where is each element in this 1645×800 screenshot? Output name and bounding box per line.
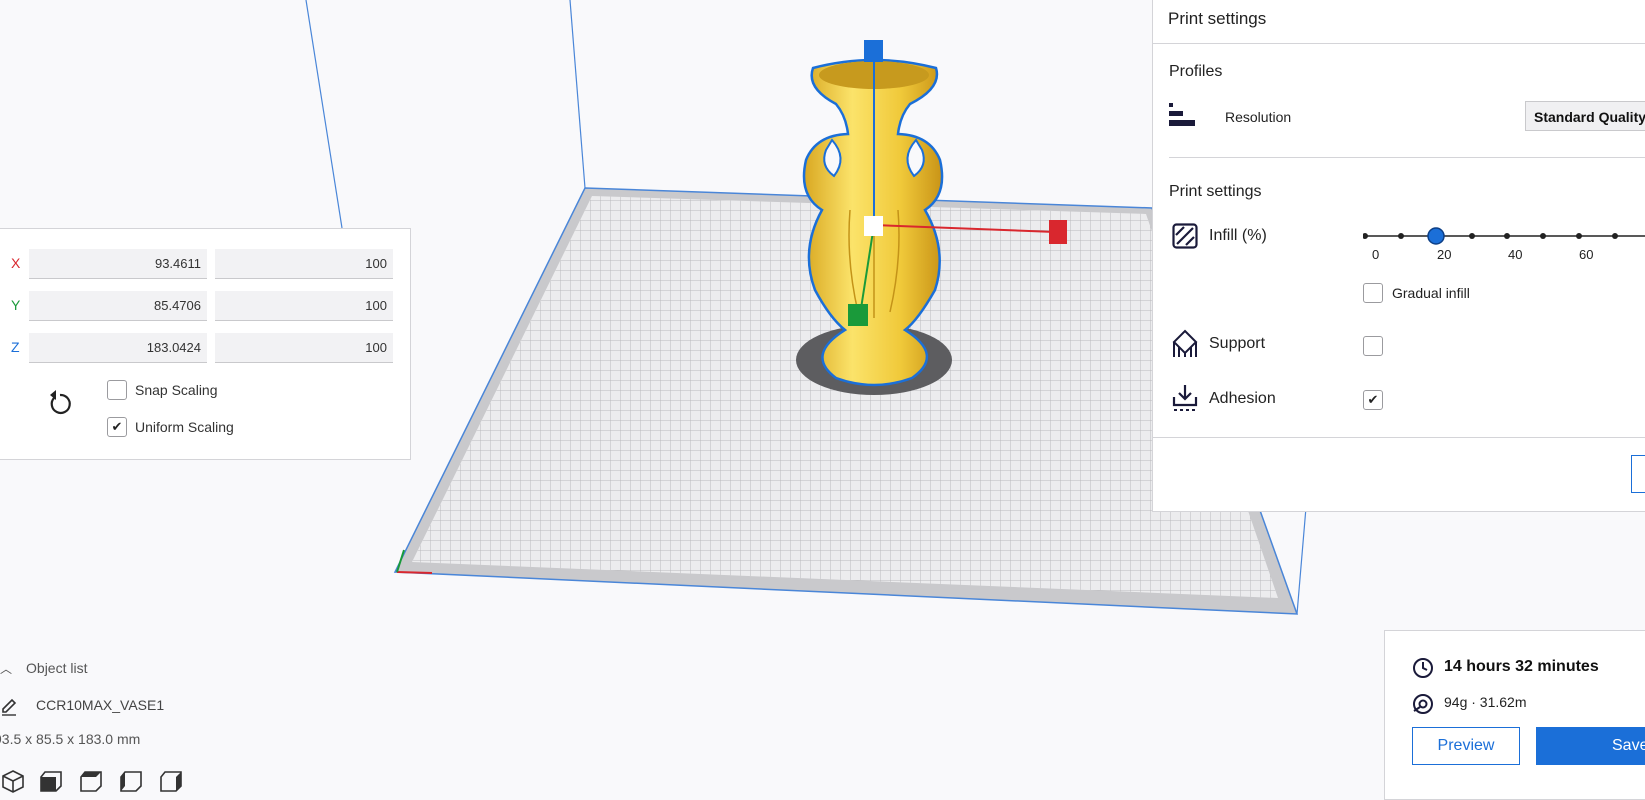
scale-tool-panel: X 93.4611 100 Y 85.4706 100 Z 183.0424 1… bbox=[0, 228, 411, 460]
left-view-icon[interactable] bbox=[118, 768, 144, 794]
z-percent-input[interactable]: 100 bbox=[215, 333, 393, 363]
infill-icon bbox=[1172, 223, 1198, 249]
x-axis-label: X bbox=[11, 255, 21, 271]
snap-scaling-checkbox[interactable] bbox=[107, 380, 127, 400]
x-axis-row: X 93.4611 100 bbox=[0, 245, 412, 281]
y-axis-label: Y bbox=[11, 297, 21, 313]
uniform-scaling-label: Uniform Scaling bbox=[135, 419, 234, 435]
front-view-icon[interactable] bbox=[38, 768, 64, 794]
gradual-infill-checkbox[interactable] bbox=[1363, 283, 1383, 303]
infill-slider-handle[interactable] bbox=[1427, 227, 1445, 245]
x-size-input[interactable]: 93.4611 bbox=[29, 249, 207, 279]
infill-tick-0: 0 bbox=[1372, 247, 1380, 262]
infill-tick-20: 20 bbox=[1437, 247, 1452, 262]
object-list-label: Object list bbox=[26, 660, 88, 676]
center-scale-handle[interactable] bbox=[864, 216, 883, 236]
y-scale-handle[interactable] bbox=[848, 304, 868, 326]
support-icon bbox=[1172, 329, 1198, 357]
resolution-icon bbox=[1169, 103, 1195, 126]
x-percent-input[interactable]: 100 bbox=[215, 249, 393, 279]
uniform-scaling-checkbox[interactable]: ✔ bbox=[107, 417, 127, 437]
save-button[interactable]: Save bbox=[1536, 727, 1645, 765]
z-axis-label: Z bbox=[11, 339, 20, 355]
support-checkbox[interactable] bbox=[1363, 336, 1383, 356]
divider bbox=[1169, 157, 1645, 158]
top-view-icon[interactable] bbox=[78, 768, 104, 794]
print-settings-title: Print settings bbox=[1168, 9, 1267, 28]
profiles-heading: Profiles bbox=[1169, 63, 1223, 80]
custom-settings-button[interactable] bbox=[1631, 455, 1645, 493]
uniform-scaling-row[interactable]: ✔ Uniform Scaling bbox=[107, 417, 234, 439]
clock-icon bbox=[1413, 658, 1433, 678]
object-list-toggle[interactable]: ︿ Object list bbox=[0, 660, 87, 677]
print-estimate-panel: 14 hours 32 minutes 94g · 31.62m Preview… bbox=[1384, 630, 1645, 800]
object-dimensions: 93.5 x 85.5 x 183.0 mm bbox=[0, 731, 141, 747]
right-view-icon[interactable] bbox=[158, 768, 184, 794]
snap-scaling-label: Snap Scaling bbox=[135, 382, 218, 398]
material-estimate: 94g · 31.62m bbox=[1444, 694, 1527, 710]
adhesion-label: Adhesion bbox=[1209, 390, 1276, 407]
object-name[interactable]: CCR10MAX_VASE1 bbox=[36, 697, 164, 713]
y-axis-row: Y 85.4706 100 bbox=[0, 287, 412, 323]
infill-label: Infill (%) bbox=[1209, 227, 1267, 244]
infill-slider[interactable] bbox=[1363, 225, 1645, 247]
divider bbox=[1153, 437, 1645, 438]
infill-tick-40: 40 bbox=[1508, 247, 1523, 262]
spool-icon bbox=[1413, 694, 1433, 714]
gradual-infill-label: Gradual infill bbox=[1392, 285, 1470, 301]
resolution-label: Resolution bbox=[1225, 109, 1292, 125]
z-axis-row: Z 183.0424 100 bbox=[0, 329, 412, 365]
infill-tick-60: 60 bbox=[1579, 247, 1594, 262]
gradual-infill-row[interactable]: Gradual infill bbox=[1363, 283, 1470, 303]
print-settings-panel: Print settings Profiles Resolution Stand… bbox=[1152, 0, 1645, 512]
z-size-input[interactable]: 183.0424 bbox=[29, 333, 207, 363]
support-label: Support bbox=[1209, 335, 1266, 352]
print-time: 14 hours 32 minutes bbox=[1444, 658, 1599, 675]
y-size-input[interactable]: 85.4706 bbox=[29, 291, 207, 321]
resolution-select[interactable]: Standard Quality bbox=[1525, 101, 1645, 131]
adhesion-icon bbox=[1172, 385, 1198, 411]
divider bbox=[1153, 43, 1645, 44]
chevron-up-icon: ︿ bbox=[0, 662, 13, 676]
print-settings-heading: Print settings bbox=[1169, 183, 1262, 200]
y-percent-input[interactable]: 100 bbox=[215, 291, 393, 321]
3d-view-icon[interactable] bbox=[0, 768, 26, 794]
adhesion-checkbox[interactable]: ✔ bbox=[1363, 390, 1383, 410]
x-scale-handle[interactable] bbox=[1049, 220, 1067, 244]
pencil-icon[interactable] bbox=[0, 698, 18, 716]
reset-icon[interactable] bbox=[45, 389, 75, 419]
preview-button[interactable]: Preview bbox=[1412, 727, 1520, 765]
z-scale-handle[interactable] bbox=[864, 40, 883, 62]
snap-scaling-row[interactable]: Snap Scaling bbox=[107, 380, 218, 402]
